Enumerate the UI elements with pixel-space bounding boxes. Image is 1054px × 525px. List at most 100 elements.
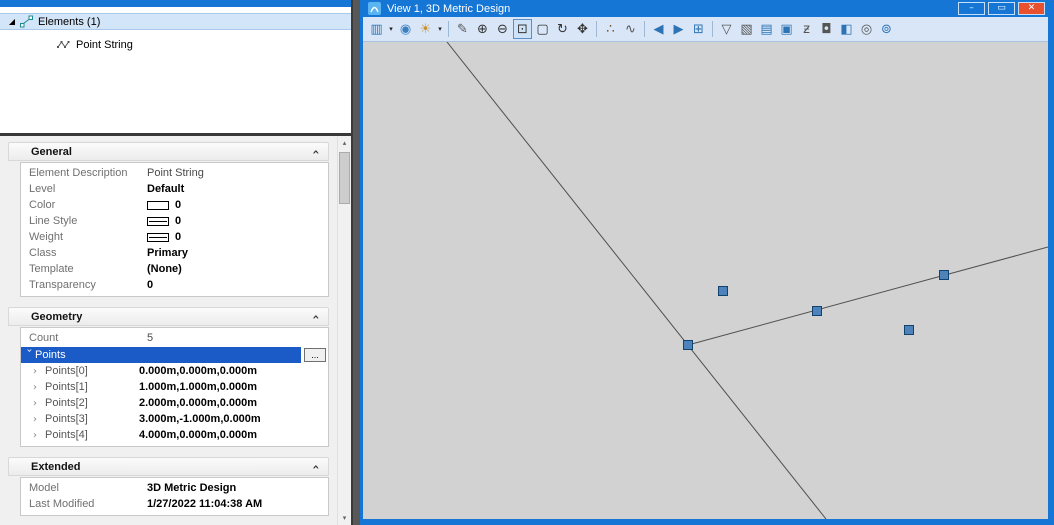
properties-content: General › Element Description Point Stri… (0, 136, 337, 525)
view-previous-icon[interactable]: ◀ (649, 19, 668, 39)
section-geometry: Geometry › Count 5 › Points ... › Points… (8, 307, 329, 447)
point-marker[interactable] (939, 270, 949, 280)
property-value[interactable]: 0.000m,0.000m,0.000m (139, 365, 257, 377)
tree-expander-icon[interactable]: ◢ (6, 17, 18, 26)
scroll-down-button[interactable]: ▾ (338, 511, 351, 525)
minimize-button[interactable]: – (958, 2, 985, 15)
pan-view-icon[interactable]: ✥ (573, 19, 592, 39)
property-value[interactable]: 5 (147, 332, 153, 344)
point-marker[interactable] (718, 286, 728, 296)
property-label: Last Modified (29, 498, 95, 510)
toolbar-separator (448, 21, 449, 37)
property-label: Points[2] (45, 397, 88, 409)
points-selected-row[interactable]: › Points (21, 346, 301, 363)
zoom-out-icon[interactable]: ⊖ (493, 19, 512, 39)
properties-scrollbar[interactable]: ▴ ▾ (337, 136, 351, 525)
property-row: Level Default (21, 181, 328, 197)
property-value[interactable]: 0 (147, 279, 153, 291)
scroll-up-button[interactable]: ▴ (338, 136, 351, 150)
drawing-line[interactable] (446, 42, 827, 519)
display-style-cube-icon[interactable]: ◧ (837, 19, 856, 39)
property-label: Model (29, 482, 59, 494)
collapse-chevron-icon[interactable]: › (309, 314, 323, 319)
rotate-view-icon[interactable]: ↻ (553, 19, 572, 39)
property-row: Element Description Point String (21, 165, 328, 181)
expand-chevron-icon[interactable]: › (33, 366, 45, 377)
collapse-chevron-icon[interactable]: › (309, 149, 323, 154)
property-label: Points[1] (45, 381, 88, 393)
extended-rows: Model 3D Metric Design Last Modified 1/2… (20, 477, 329, 516)
general-section-header[interactable]: General › (8, 142, 329, 161)
adjust-view-brightness-caret[interactable]: ▾ (436, 25, 444, 33)
view-canvas-area[interactable] (363, 42, 1048, 519)
property-value[interactable]: 0 (175, 231, 181, 243)
apply-saved-view-icon[interactable]: ▣ (777, 19, 796, 39)
property-value[interactable]: 1.000m,1.000m,0.000m (139, 381, 257, 393)
adjust-view-brightness-icon[interactable]: ☀ (416, 19, 435, 39)
point-marker[interactable] (683, 340, 693, 350)
line-style-swatch[interactable] (147, 216, 169, 226)
expand-chevron-icon[interactable]: › (33, 382, 45, 393)
view-next-icon[interactable]: ▶ (669, 19, 688, 39)
tree-item-elements[interactable]: ◢ Elements (1) (0, 13, 351, 30)
view-attributes-caret[interactable]: ▾ (387, 25, 395, 33)
property-label: Class (29, 247, 57, 259)
render-view-icon[interactable]: ◎ (857, 19, 876, 39)
extended-section-header[interactable]: Extended › (8, 457, 329, 476)
property-row: Color 0 (21, 197, 328, 213)
view-toolbar: ▥ ▾ ◉ ☀ ▾ ✎ ⊕ ⊖ ⊡ ▢ ↻ ✥ ∴ ∿ ◀ ▶ ⊞ ▽ ▧ ▤ ▣ ƶ ◘ ◧ ◎ ⊚ (363, 17, 1048, 42)
view-perspective-icon[interactable]: ƶ (797, 19, 816, 39)
geometry-rows: Count 5 › Points ... › Points[0] 0.000m,… (20, 327, 329, 447)
fit-view-icon[interactable]: ▢ (533, 19, 552, 39)
update-view-icon[interactable]: ✎ (453, 19, 472, 39)
property-value[interactable]: Primary (147, 247, 188, 259)
color-swatch[interactable] (147, 200, 169, 210)
drawing-line[interactable] (687, 246, 1048, 346)
property-value[interactable]: (None) (147, 263, 182, 275)
restore-button[interactable]: ▭ (988, 2, 1015, 15)
geometry-section-header[interactable]: Geometry › (8, 307, 329, 326)
property-value[interactable]: 0 (175, 199, 181, 211)
point-marker[interactable] (904, 325, 914, 335)
property-label: Points[3] (45, 413, 88, 425)
clip-volume-icon[interactable]: ▽ (717, 19, 736, 39)
expand-chevron-icon[interactable]: › (33, 414, 45, 425)
view-attributes-icon[interactable]: ▥ (367, 19, 386, 39)
points-ellipsis-button[interactable]: ... (304, 347, 326, 362)
property-value[interactable]: 3.000m,-1.000m,0.000m (139, 413, 261, 425)
scroll-thumb[interactable] (339, 152, 350, 204)
property-value[interactable]: 4.000m,0.000m,0.000m (139, 429, 257, 441)
saved-views-icon[interactable]: ▤ (757, 19, 776, 39)
expand-chevron-icon[interactable]: › (33, 430, 45, 441)
drawing-canvas (446, 42, 1048, 519)
property-label: Template (29, 263, 74, 275)
clip-mask-icon[interactable]: ▧ (737, 19, 756, 39)
copy-view-icon[interactable]: ⊞ (689, 19, 708, 39)
property-value[interactable]: 1/27/2022 11:04:38 AM (147, 498, 262, 510)
view-setup-icon[interactable]: ⊚ (877, 19, 896, 39)
property-value[interactable]: Default (147, 183, 184, 195)
camera-settings-icon[interactable]: ◘ (817, 19, 836, 39)
property-value[interactable]: Point String (147, 167, 204, 179)
expand-chevron-icon[interactable]: › (33, 398, 45, 409)
weight-swatch[interactable] (147, 232, 169, 242)
window-area-icon[interactable]: ⊡ (513, 19, 532, 39)
section-title: Geometry (31, 310, 83, 323)
zoom-in-icon[interactable]: ⊕ (473, 19, 492, 39)
property-row: Class Primary (21, 245, 328, 261)
fly-icon[interactable]: ∿ (621, 19, 640, 39)
property-value[interactable]: 3D Metric Design (147, 482, 236, 494)
view-display-style-icon[interactable]: ◉ (396, 19, 415, 39)
view-titlebar[interactable]: View 1, 3D Metric Design – ▭ ✕ (363, 0, 1048, 17)
collapse-points-icon[interactable]: › (24, 349, 35, 361)
property-value[interactable]: 2.000m,0.000m,0.000m (139, 397, 257, 409)
close-button[interactable]: ✕ (1018, 2, 1045, 15)
property-row: Transparency 0 (21, 277, 328, 293)
collapse-chevron-icon[interactable]: › (309, 464, 323, 469)
properties-titlebar-sliver[interactable] (0, 0, 351, 7)
property-value[interactable]: 0 (175, 215, 181, 227)
point-marker[interactable] (812, 306, 822, 316)
property-row: Model 3D Metric Design (21, 480, 328, 496)
walk-icon[interactable]: ∴ (601, 19, 620, 39)
tree-item-point-string[interactable]: Point String (0, 36, 351, 53)
